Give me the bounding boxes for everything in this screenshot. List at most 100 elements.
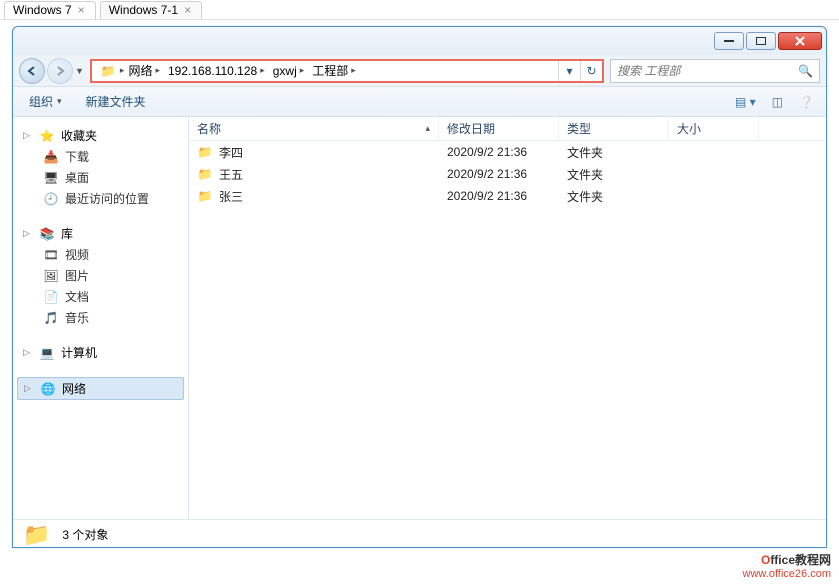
view-button[interactable]: ▤ ▾ bbox=[731, 95, 760, 109]
sidebar: ▷⭐收藏夹 📥 下载 🖥 桌面 🕘 最近访问的位置 ▷📚库 🎞视频 🖼图片 📄 文档 🎵… bbox=[13, 117, 189, 519]
computer-icon: 💻 bbox=[39, 345, 55, 361]
breadcrumb[interactable]: 192.168.110.128▸ bbox=[164, 64, 269, 78]
sidebar-network[interactable]: ▷🌐网络 bbox=[17, 377, 184, 400]
star-icon: ⭐ bbox=[39, 128, 55, 144]
network-icon: 🌐 bbox=[40, 381, 56, 397]
minimize-button[interactable] bbox=[714, 32, 744, 50]
file-date: 2020/9/2 21:36 bbox=[447, 167, 567, 181]
close-button[interactable] bbox=[778, 32, 822, 50]
download-icon: 📥 bbox=[43, 149, 59, 165]
column-label: 名称 bbox=[197, 120, 221, 137]
sidebar-item-label: 下载 bbox=[65, 148, 89, 165]
column-type[interactable]: 类型 bbox=[559, 117, 669, 140]
sidebar-item-desktop[interactable]: 🖥 桌面 bbox=[17, 167, 184, 188]
sidebar-favorites[interactable]: ▷⭐收藏夹 bbox=[17, 125, 184, 146]
document-icon: 📄 bbox=[43, 289, 59, 305]
sidebar-computer[interactable]: ▷💻计算机 bbox=[17, 342, 184, 363]
desktop-icon: 🖥 bbox=[43, 170, 59, 186]
sidebar-item-label: 视频 bbox=[65, 246, 89, 263]
column-label: 大小 bbox=[677, 120, 701, 137]
breadcrumb-label: 网络 bbox=[128, 62, 152, 79]
sidebar-item-label: 文档 bbox=[65, 288, 89, 305]
toolbar: 组织▾ 新建文件夹 ▤ ▾ ◫ ❔ bbox=[13, 87, 826, 117]
file-name: 王五 bbox=[219, 166, 243, 183]
library-icon: 📚 bbox=[39, 226, 55, 242]
sidebar-libraries[interactable]: ▷📚库 bbox=[17, 223, 184, 244]
explorer-window: ▼ 📁 ▸ 网络▸ 192.168.110.128▸ gxwj▸ 工程部▸ ▾ … bbox=[12, 26, 827, 548]
sidebar-item-music[interactable]: 🎵音乐 bbox=[17, 307, 184, 328]
recent-icon: 🕘 bbox=[43, 191, 59, 207]
list-item[interactable]: 📁 李四 2020/9/2 21:36 文件夹 bbox=[189, 141, 826, 163]
file-date: 2020/9/2 21:36 bbox=[447, 189, 567, 203]
file-name: 张三 bbox=[219, 188, 243, 205]
folder-icon: 📁 bbox=[197, 188, 213, 204]
chevron-right-icon[interactable]: ▸ bbox=[351, 65, 356, 76]
vm-tab-label: Windows 7 bbox=[13, 3, 72, 17]
chevron-right-icon[interactable]: ▸ bbox=[155, 65, 160, 76]
help-button[interactable]: ❔ bbox=[795, 95, 818, 109]
file-type: 文件夹 bbox=[567, 188, 677, 205]
column-date[interactable]: 修改日期 bbox=[439, 117, 559, 140]
status-text: 3 个对象 bbox=[62, 526, 108, 543]
column-name[interactable]: 名称 ▴ bbox=[189, 117, 439, 140]
close-icon[interactable]: × bbox=[182, 3, 193, 17]
column-label: 修改日期 bbox=[447, 120, 495, 137]
file-name: 李四 bbox=[219, 144, 243, 161]
file-type: 文件夹 bbox=[567, 166, 677, 183]
address-dropdown-icon[interactable]: ▾ bbox=[558, 61, 580, 81]
breadcrumb[interactable]: 工程部▸ bbox=[308, 62, 360, 79]
history-dropdown-icon[interactable]: ▼ bbox=[75, 66, 84, 76]
file-list: 名称 ▴ 修改日期 类型 大小 📁 李四 2020/9/2 21:36 文件夹 📁 王… bbox=[189, 117, 826, 519]
sidebar-item-documents[interactable]: 📄 文档 bbox=[17, 286, 184, 307]
file-date: 2020/9/2 21:36 bbox=[447, 145, 567, 159]
list-item[interactable]: 📁 王五 2020/9/2 21:36 文件夹 bbox=[189, 163, 826, 185]
sidebar-item-label: 音乐 bbox=[65, 309, 89, 326]
file-type: 文件夹 bbox=[567, 144, 677, 161]
vm-tab-bar: Windows 7 × Windows 7-1 × bbox=[0, 0, 839, 20]
organize-button[interactable]: 组织▾ bbox=[21, 91, 70, 112]
list-item[interactable]: 📁 张三 2020/9/2 21:36 文件夹 bbox=[189, 185, 826, 207]
search-input[interactable] bbox=[617, 64, 798, 78]
column-size[interactable]: 大小 bbox=[669, 117, 759, 140]
column-label: 类型 bbox=[567, 120, 591, 137]
close-icon[interactable]: × bbox=[76, 3, 87, 17]
sidebar-item-downloads[interactable]: 📥 下载 bbox=[17, 146, 184, 167]
search-box[interactable]: 🔍 bbox=[610, 59, 820, 83]
search-icon[interactable]: 🔍 bbox=[798, 64, 813, 78]
column-headers: 名称 ▴ 修改日期 类型 大小 bbox=[189, 117, 826, 141]
breadcrumb[interactable]: gxwj▸ bbox=[269, 64, 309, 78]
status-bar: 📁 3 个对象 bbox=[13, 519, 826, 549]
sidebar-label: 计算机 bbox=[61, 344, 97, 361]
title-bar[interactable] bbox=[13, 27, 826, 55]
sort-asc-icon: ▴ bbox=[425, 123, 430, 134]
vm-tab-label: Windows 7-1 bbox=[109, 3, 178, 17]
preview-pane-button[interactable]: ◫ bbox=[768, 95, 787, 109]
chevron-right-icon[interactable]: ▸ bbox=[260, 65, 265, 76]
new-folder-button[interactable]: 新建文件夹 bbox=[78, 91, 154, 112]
watermark-o: O bbox=[761, 553, 770, 567]
sidebar-item-pictures[interactable]: 🖼图片 bbox=[17, 265, 184, 286]
picture-icon: 🖼 bbox=[43, 268, 59, 284]
new-folder-label: 新建文件夹 bbox=[86, 93, 146, 110]
folder-icon: 📁 bbox=[197, 166, 213, 182]
nav-row: ▼ 📁 ▸ 网络▸ 192.168.110.128▸ gxwj▸ 工程部▸ ▾ … bbox=[13, 55, 826, 87]
refresh-button[interactable]: ↻ bbox=[580, 61, 602, 81]
breadcrumb[interactable]: 网络▸ bbox=[124, 62, 164, 79]
watermark-url: www.office26.com bbox=[743, 568, 831, 580]
vm-tab-win7-1[interactable]: Windows 7-1 × bbox=[100, 1, 202, 19]
forward-button[interactable] bbox=[47, 58, 73, 84]
sidebar-item-label: 最近访问的位置 bbox=[65, 190, 149, 207]
sidebar-item-recent[interactable]: 🕘 最近访问的位置 bbox=[17, 188, 184, 209]
organize-label: 组织 bbox=[29, 93, 53, 110]
maximize-button[interactable] bbox=[746, 32, 776, 50]
back-button[interactable] bbox=[19, 58, 45, 84]
folder-icon: 📁 bbox=[197, 144, 213, 160]
breadcrumb-label: 192.168.110.128 bbox=[168, 64, 257, 78]
sidebar-item-label: 桌面 bbox=[65, 169, 89, 186]
sidebar-item-videos[interactable]: 🎞视频 bbox=[17, 244, 184, 265]
address-bar[interactable]: 📁 ▸ 网络▸ 192.168.110.128▸ gxwj▸ 工程部▸ ▾ ↻ bbox=[90, 59, 604, 83]
watermark: Office教程网 www.office26.com bbox=[743, 551, 831, 580]
chevron-right-icon[interactable]: ▸ bbox=[300, 65, 305, 76]
vm-tab-win7[interactable]: Windows 7 × bbox=[4, 1, 96, 19]
breadcrumb-label: 工程部 bbox=[312, 62, 348, 79]
